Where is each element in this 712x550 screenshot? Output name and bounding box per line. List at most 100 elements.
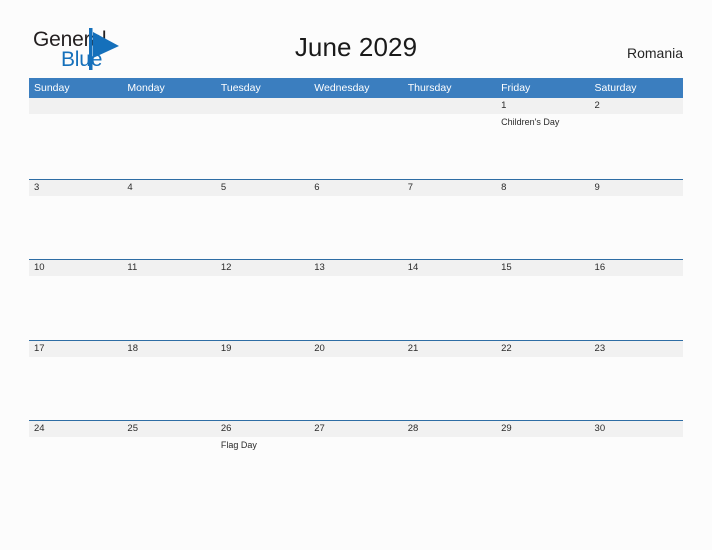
day-number-24[interactable]: 24	[29, 421, 122, 437]
country-label: Romania	[626, 45, 683, 61]
weekday-header-monday: Monday	[127, 82, 165, 94]
day-cell-9[interactable]	[590, 196, 683, 260]
day-cell-19[interactable]	[216, 357, 309, 421]
week-event-band	[29, 276, 683, 340]
day-cell-24[interactable]	[29, 437, 122, 501]
day-number-5[interactable]: 5	[216, 180, 309, 196]
day-number-11[interactable]: 11	[122, 260, 215, 276]
week-date-band: 3456789	[29, 179, 683, 196]
day-cell-28[interactable]	[403, 437, 496, 501]
day-cell-26[interactable]: Flag Day	[216, 437, 309, 501]
day-cell-25[interactable]	[122, 437, 215, 501]
day-number-empty	[122, 98, 215, 114]
day-number-27[interactable]: 27	[309, 421, 402, 437]
day-cell-18[interactable]	[122, 357, 215, 421]
day-cell-20[interactable]	[309, 357, 402, 421]
day-cell-2[interactable]	[590, 114, 683, 178]
day-cell-30[interactable]	[590, 437, 683, 501]
day-cell-6[interactable]	[309, 196, 402, 260]
calendar-grid: Sunday Monday Tuesday Wednesday Thursday Frid…	[29, 78, 683, 501]
day-cell-13[interactable]	[309, 276, 402, 340]
day-number-29[interactable]: 29	[496, 421, 589, 437]
day-number-30[interactable]: 30	[590, 421, 683, 437]
weekday-header-sunday: Sunday	[34, 82, 70, 94]
day-number-23[interactable]: 23	[590, 341, 683, 357]
calendar-week-row: 17 18 19 20 21 22 23	[29, 339, 683, 421]
day-number-17[interactable]: 17	[29, 341, 122, 357]
day-number-empty	[29, 98, 122, 114]
weekday-header-friday: Friday	[501, 82, 531, 94]
day-cell-empty	[122, 114, 215, 178]
page-title: June 2029	[294, 32, 418, 62]
day-cell-10[interactable]	[29, 276, 122, 340]
weekday-header-thursday: Thursday	[407, 82, 452, 94]
calendar-week-row: 10 11 12 13 14 15 16	[29, 259, 683, 340]
calendar-week-row: 3456789	[29, 178, 683, 260]
page-header: General Blue June 2029 Romania	[0, 0, 712, 76]
day-number-empty	[309, 98, 402, 114]
holiday-label: Flag Day	[220, 440, 257, 450]
day-cell-8[interactable]	[496, 196, 589, 260]
day-cell-empty	[29, 114, 122, 178]
calendar-week-row: 1 2 Children's Day	[29, 98, 683, 179]
day-number-4[interactable]: 4	[122, 180, 215, 196]
day-cell-5[interactable]	[216, 196, 309, 260]
holiday-label: Children's Day	[501, 117, 560, 127]
day-number-empty	[216, 98, 309, 114]
calendar-weeks: 1 2 Children's Day 3 4 5 6 7 8 9 10 11 12 13 14 15 16 17 1…	[29, 98, 683, 501]
day-number-21[interactable]: 21	[403, 341, 496, 357]
day-cell-21[interactable]	[403, 357, 496, 421]
day-number-28[interactable]: 28	[403, 421, 496, 437]
day-cell-29[interactable]	[496, 437, 589, 501]
day-number-empty	[403, 98, 496, 114]
day-cell-empty	[403, 114, 496, 178]
week-date-band: 24 25 26 27 28 29 30	[29, 421, 683, 437]
week-date-band: 17 18 19 20 21 22 23	[29, 340, 683, 357]
day-number-26[interactable]: 26	[216, 421, 309, 437]
week-event-band	[29, 357, 683, 421]
day-cell-7[interactable]	[403, 196, 496, 260]
day-cell-16[interactable]	[590, 276, 683, 340]
day-number-6[interactable]: 6	[309, 180, 402, 196]
calendar-week-row: 24 25 26 27 28 29 30 Flag Day	[29, 420, 683, 501]
day-cell-empty	[309, 114, 402, 178]
day-number-14[interactable]: 14	[403, 260, 496, 276]
day-number-8[interactable]: 8	[496, 180, 589, 196]
day-cell-empty	[216, 114, 309, 178]
week-event-band: Children's Day	[29, 114, 683, 178]
day-cell-22[interactable]	[496, 357, 589, 421]
day-cell-3[interactable]	[29, 196, 122, 260]
day-number-20[interactable]: 20	[309, 341, 402, 357]
day-cell-17[interactable]	[29, 357, 122, 421]
day-number-9[interactable]: 9	[590, 180, 683, 196]
day-number-18[interactable]: 18	[122, 341, 215, 357]
week-event-band: Flag Day	[29, 437, 683, 501]
day-cell-12[interactable]	[216, 276, 309, 340]
week-date-band: 10 11 12 13 14 15 16	[29, 260, 683, 276]
weekday-header-saturday: Saturday	[594, 82, 637, 94]
weekday-header-row: Sunday Monday Tuesday Wednesday Thursday Frid…	[29, 78, 683, 98]
day-number-19[interactable]: 19	[216, 341, 309, 357]
day-number-10[interactable]: 10	[29, 260, 122, 276]
day-cell-23[interactable]	[590, 357, 683, 421]
day-number-12[interactable]: 12	[216, 260, 309, 276]
day-number-15[interactable]: 15	[496, 260, 589, 276]
day-cell-15[interactable]	[496, 276, 589, 340]
day-cell-1[interactable]: Children's Day	[496, 114, 589, 178]
day-number-16[interactable]: 16	[590, 260, 683, 276]
day-number-3[interactable]: 3	[29, 180, 122, 196]
day-number-25[interactable]: 25	[122, 421, 215, 437]
week-date-band: 12	[29, 98, 683, 114]
day-number-13[interactable]: 13	[309, 260, 402, 276]
weekday-header-wednesday: Wednesday	[314, 82, 370, 94]
day-cell-11[interactable]	[122, 276, 215, 340]
weekday-header-tuesday: Tuesday	[220, 82, 261, 94]
day-cell-14[interactable]	[403, 276, 496, 340]
day-cell-27[interactable]	[309, 437, 402, 501]
day-number-2[interactable]: 2	[590, 98, 683, 114]
day-number-22[interactable]: 22	[496, 341, 589, 357]
day-number-7[interactable]: 7	[403, 180, 496, 196]
week-event-band	[29, 196, 683, 260]
day-number-1[interactable]: 1	[496, 98, 589, 114]
day-cell-4[interactable]	[122, 196, 215, 260]
